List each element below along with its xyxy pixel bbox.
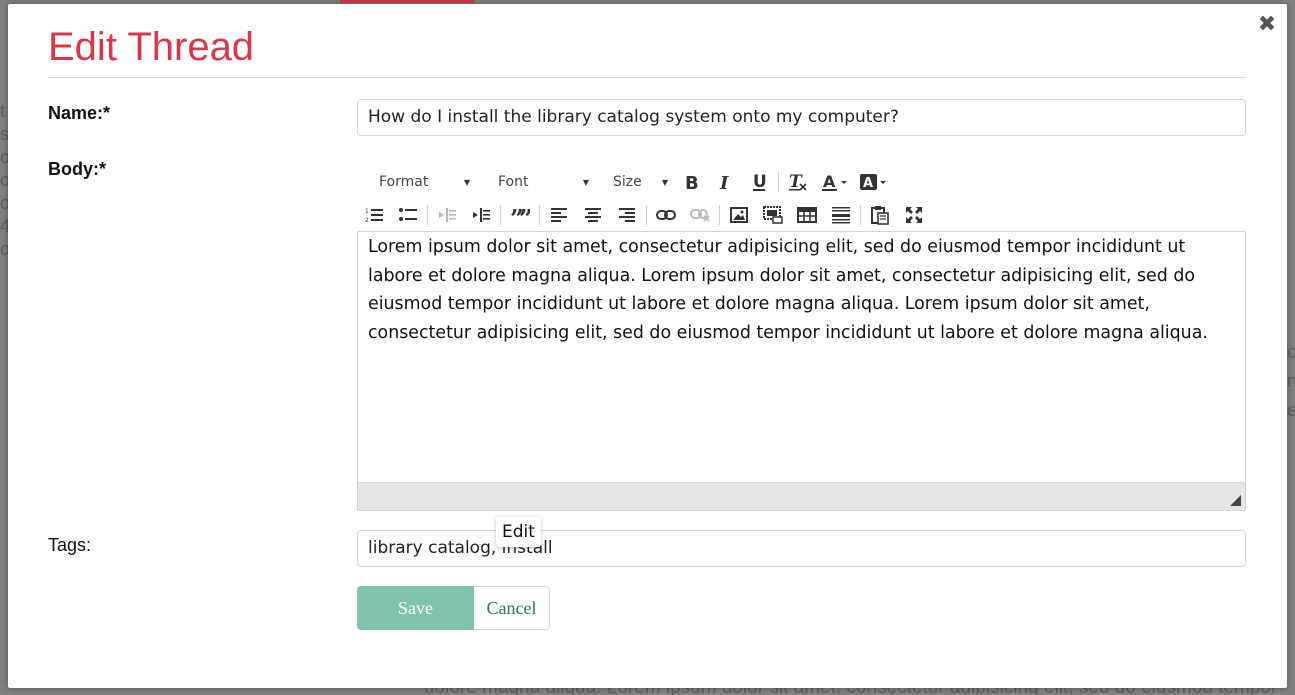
bold-icon[interactable]: B bbox=[674, 168, 708, 196]
editor-status-bar bbox=[358, 482, 1245, 510]
title-divider bbox=[48, 77, 1246, 78]
name-label: Name:* bbox=[48, 103, 111, 123]
editor-toolbar: Format ▼ Font ▼ Size ▼ B I U T A A 1 2 ” bbox=[357, 168, 1246, 232]
svg-text:”: ” bbox=[519, 207, 530, 223]
align-left-icon[interactable] bbox=[542, 201, 576, 229]
toolbar-separator bbox=[719, 205, 720, 225]
svg-text:A: A bbox=[863, 176, 873, 191]
size-dropdown[interactable]: Size ▼ bbox=[595, 169, 674, 195]
increase-indent-icon[interactable] bbox=[464, 201, 498, 229]
unlink-icon[interactable] bbox=[683, 201, 717, 229]
format-dropdown-label: Format bbox=[379, 174, 429, 190]
table-icon[interactable] bbox=[790, 201, 824, 229]
edit-thread-modal: ✖ Edit Thread Name:* How do I install th… bbox=[8, 4, 1287, 688]
tags-label: Tags: bbox=[48, 535, 92, 555]
align-center-icon[interactable] bbox=[576, 201, 610, 229]
toolbar-separator bbox=[427, 205, 428, 225]
editor-content[interactable]: Lorem ipsum dolor sit amet, consectetur … bbox=[358, 232, 1245, 482]
svg-text:I: I bbox=[719, 173, 729, 191]
format-dropdown[interactable]: Format ▼ bbox=[357, 169, 476, 195]
rich-text-editor[interactable]: Lorem ipsum dolor sit amet, consectetur … bbox=[357, 231, 1246, 511]
font-dropdown[interactable]: Font ▼ bbox=[476, 169, 595, 195]
text-color-icon[interactable]: A bbox=[815, 168, 855, 196]
size-dropdown-label: Size bbox=[613, 174, 642, 190]
paste-icon[interactable] bbox=[863, 201, 897, 229]
toolbar-separator bbox=[500, 205, 501, 225]
horizontal-rule-icon[interactable] bbox=[824, 201, 858, 229]
background-color-icon[interactable]: A bbox=[855, 168, 891, 196]
body-label: Body:* bbox=[48, 159, 106, 179]
tags-input[interactable]: library catalog, install bbox=[357, 530, 1246, 567]
chevron-down-icon: ▼ bbox=[582, 177, 589, 187]
remove-format-icon[interactable]: T bbox=[781, 168, 815, 196]
toolbar-separator bbox=[539, 205, 540, 225]
link-icon[interactable] bbox=[649, 201, 683, 229]
name-input[interactable]: How do I install the library catalog sys… bbox=[357, 99, 1246, 136]
edit-tooltip: Edit bbox=[496, 517, 541, 547]
chevron-down-icon: ▼ bbox=[463, 177, 470, 187]
numbered-list-icon[interactable]: 12 bbox=[357, 201, 391, 229]
cancel-button[interactable]: Cancel bbox=[474, 586, 550, 630]
svg-text:A: A bbox=[823, 172, 836, 191]
background-active-tab bbox=[340, 0, 474, 3]
bulleted-list-icon[interactable] bbox=[391, 201, 425, 229]
toolbar-separator bbox=[860, 205, 861, 225]
italic-icon[interactable]: I bbox=[708, 168, 742, 196]
form-actions: Save Cancel bbox=[357, 586, 550, 630]
background-right-text: o n e bbox=[1287, 342, 1295, 420]
toolbar-separator bbox=[646, 205, 647, 225]
blockquote-icon[interactable]: ”” bbox=[503, 201, 537, 229]
chevron-down-icon: ▼ bbox=[661, 177, 668, 187]
image-icon[interactable] bbox=[722, 201, 756, 229]
resize-handle-icon[interactable] bbox=[1230, 495, 1241, 506]
align-right-icon[interactable] bbox=[610, 201, 644, 229]
save-button[interactable]: Save bbox=[357, 586, 474, 630]
svg-text:1: 1 bbox=[365, 208, 369, 215]
media-embed-icon[interactable] bbox=[756, 201, 790, 229]
close-icon[interactable]: ✖ bbox=[1257, 12, 1277, 38]
maximize-icon[interactable] bbox=[897, 201, 931, 229]
modal-title: Edit Thread bbox=[48, 25, 255, 69]
decrease-indent-icon[interactable] bbox=[430, 201, 464, 229]
svg-text:B: B bbox=[685, 173, 699, 191]
toolbar-separator bbox=[778, 172, 779, 192]
svg-text:2: 2 bbox=[365, 217, 369, 223]
font-dropdown-label: Font bbox=[498, 174, 529, 190]
underline-icon[interactable]: U bbox=[742, 168, 776, 196]
